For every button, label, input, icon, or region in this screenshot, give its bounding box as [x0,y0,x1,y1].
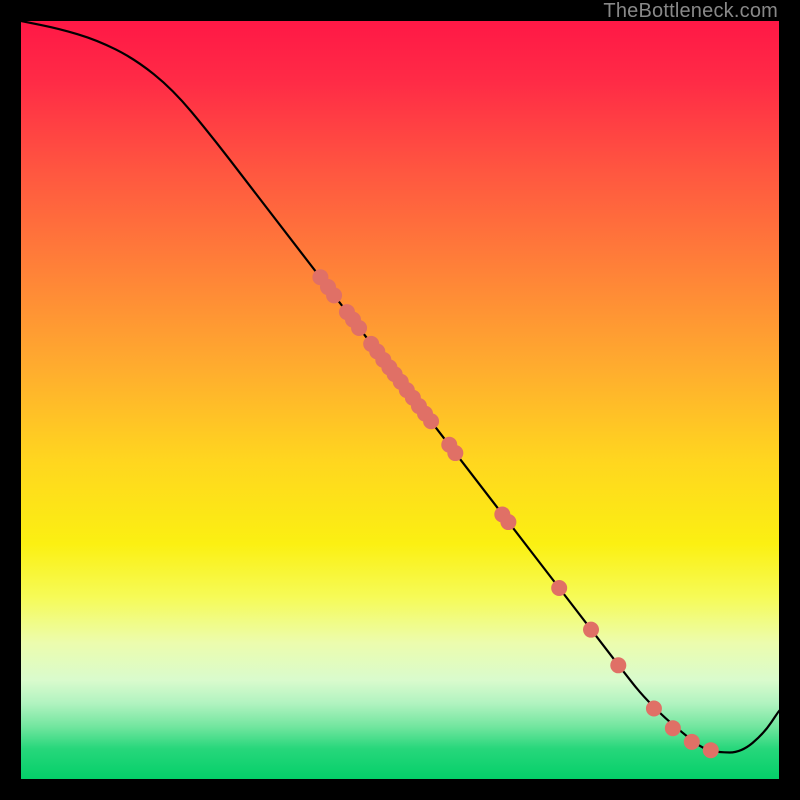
data-point [665,720,681,736]
chart-overlay [21,21,779,779]
watermark-text: TheBottleneck.com [603,0,778,23]
chart-frame: TheBottleneck.com [0,0,800,800]
data-point [610,657,626,673]
data-points [312,269,718,758]
data-point [500,514,516,530]
data-point [646,701,662,717]
data-point [447,445,463,461]
data-point [351,320,367,336]
data-point [684,734,700,750]
plot-area [21,21,779,779]
data-point [326,287,342,303]
data-point [583,622,599,638]
data-point [423,413,439,429]
data-point [551,580,567,596]
data-point [703,742,719,758]
